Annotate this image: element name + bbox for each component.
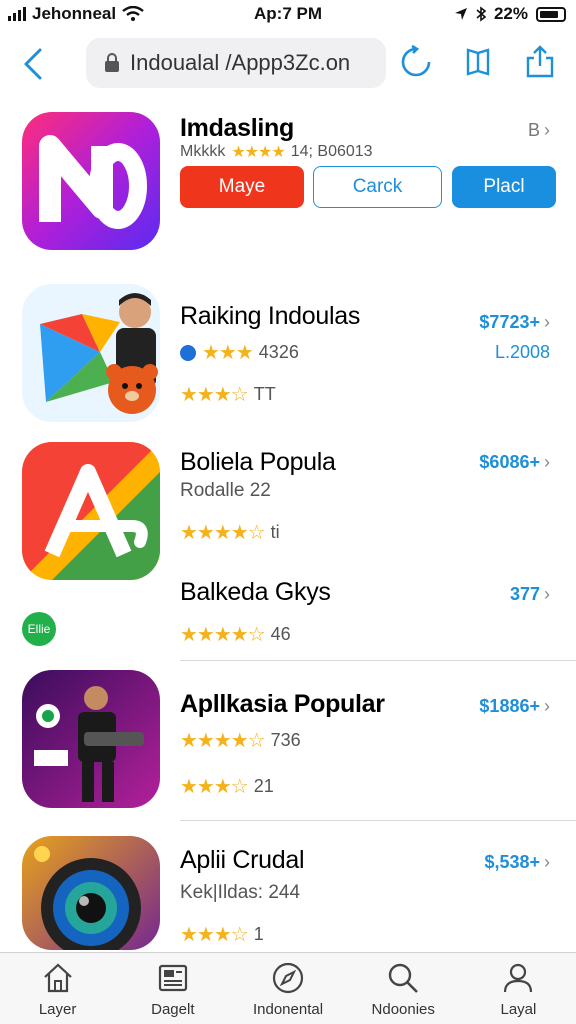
chevron-right-icon: ›: [544, 584, 550, 604]
star-rating: ★★★★: [231, 144, 285, 161]
app-title[interactable]: Boliela Popula: [180, 448, 336, 477]
back-chevron-icon[interactable]: [18, 44, 48, 84]
battery-icon: [536, 6, 566, 22]
rating-count: ti: [270, 522, 280, 542]
price-label: L.2008: [494, 342, 550, 362]
price-label: 377: [509, 584, 540, 604]
home-icon: [43, 963, 72, 993]
app-icon-imdasling[interactable]: [22, 112, 160, 250]
app-rating-row-secondary: ★★★☆ TT: [180, 382, 276, 407]
url-field[interactable]: Indoualal /Appp3Zc.on: [86, 38, 386, 88]
share-icon[interactable]: [522, 44, 558, 80]
battery-percent: 22%: [493, 4, 528, 23]
tab-label: Layer: [38, 1001, 77, 1018]
star-rating: ★★★: [202, 342, 254, 364]
reload-icon[interactable]: [398, 44, 434, 80]
app-icon-boliela[interactable]: [22, 442, 160, 580]
tab-layal[interactable]: Layal: [461, 953, 576, 1024]
status-bar: Jehonneal Ap:7 PM 22%: [0, 0, 576, 30]
app-title[interactable]: Raiking Indoulas: [180, 302, 360, 331]
app-rating-row: ★★★★☆ 736: [180, 728, 301, 753]
chevron-right-icon: ›: [544, 696, 550, 716]
price-label: $6086+: [479, 452, 540, 472]
app-rating-row: ★★★☆ 1: [180, 922, 264, 947]
chevron-right-icon: ›: [544, 852, 550, 872]
badge-icon: [180, 344, 196, 361]
price-label: B: [527, 120, 540, 140]
price-label: $7723+: [479, 312, 540, 332]
search-icon: [389, 963, 419, 993]
app-title[interactable]: Aplii Crudal: [180, 846, 305, 875]
tab-label: Layal: [500, 1001, 537, 1018]
secondary-price: L.2008: [495, 342, 550, 363]
chevron-right-icon: ›: [544, 312, 550, 332]
outline-action-button[interactable]: Carck: [313, 166, 442, 208]
app-title[interactable]: Apllkasia Popular: [180, 690, 385, 719]
price-button[interactable]: 377 ›: [510, 584, 550, 605]
bookmarks-icon[interactable]: [460, 44, 496, 80]
tab-label: Dagelt: [151, 1001, 195, 1018]
rating-count: 736: [270, 730, 301, 750]
tab-bar: Layer Dagelt Indonental Ndoonies Layal: [0, 952, 576, 1024]
price-button[interactable]: B ›: [528, 120, 550, 141]
app-title[interactable]: Balkeda Gkys: [180, 578, 331, 607]
rating-count: 14; B06013: [290, 143, 373, 160]
lock-icon: [105, 53, 119, 72]
rating-count: 21: [253, 776, 274, 796]
tab-ndoonies[interactable]: Ndoonies: [346, 953, 461, 1024]
app-icon-aplii[interactable]: [22, 836, 160, 950]
star-rating: ★★★★☆: [180, 522, 266, 544]
tab-label: Indonental: [252, 1001, 324, 1018]
app-rating-row: ★★★ 4326: [180, 340, 299, 365]
bluetooth-icon: [476, 6, 486, 22]
app-icon-raiking[interactable]: [22, 284, 160, 422]
app-subtitle: Rodalle 22: [180, 480, 271, 501]
nav-bar: Indoualal /Appp3Zc.on: [0, 34, 576, 94]
rating-count: 4326: [258, 342, 299, 362]
chevron-right-icon: ›: [544, 452, 550, 472]
app-developer: Mkkkk: [180, 143, 226, 160]
account-icon: [504, 963, 533, 993]
location-icon: [454, 8, 467, 20]
app-rating-row-secondary: ★★★☆ 21: [180, 774, 274, 799]
tab-layer[interactable]: Layer: [0, 953, 115, 1024]
star-rating: ★★★☆: [180, 384, 249, 406]
tab-label: Ndoonies: [371, 1001, 435, 1018]
star-rating: ★★★★☆: [180, 730, 266, 752]
star-rating: ★★★☆: [180, 924, 249, 946]
divider: [180, 660, 576, 661]
rating-count: TT: [253, 384, 276, 404]
price-button[interactable]: $,538+ ›: [484, 852, 550, 873]
app-subtitle: Kek|Ildas: 244: [180, 882, 301, 903]
small-app-badge[interactable]: Ellie: [22, 612, 56, 646]
divider: [180, 820, 576, 821]
chevron-right-icon: ›: [544, 120, 550, 140]
app-rating-row: ★★★★☆ 46: [180, 622, 291, 647]
price-button[interactable]: $6086+ ›: [479, 452, 550, 473]
url-text: Indoualal /Appp3Zc.on: [130, 50, 351, 75]
red-action-button[interactable]: Maye: [180, 166, 304, 208]
app-title[interactable]: Imdasling: [180, 114, 294, 143]
app-icon-apllkasia[interactable]: [22, 670, 160, 808]
tab-dagelt[interactable]: Dagelt: [115, 953, 230, 1024]
tab-indonental[interactable]: Indonental: [230, 953, 345, 1024]
price-label: $1886+: [479, 696, 540, 716]
compass-icon: [272, 962, 304, 994]
app-rating-row: Mkkkk ★★★★ 14; B06013: [180, 142, 373, 162]
star-rating: ★★★★☆: [180, 624, 266, 646]
app-rating-row: ★★★★☆ ti: [180, 520, 280, 545]
news-icon: [158, 964, 187, 992]
price-label: $,538+: [484, 852, 540, 872]
price-button[interactable]: $7723+ ›: [479, 312, 550, 333]
rating-count: 46: [270, 624, 291, 644]
rating-count: 1: [253, 924, 264, 944]
star-rating: ★★★☆: [180, 776, 249, 798]
price-button[interactable]: $1886+ ›: [479, 696, 550, 717]
blue-action-button[interactable]: Placl: [452, 166, 556, 208]
